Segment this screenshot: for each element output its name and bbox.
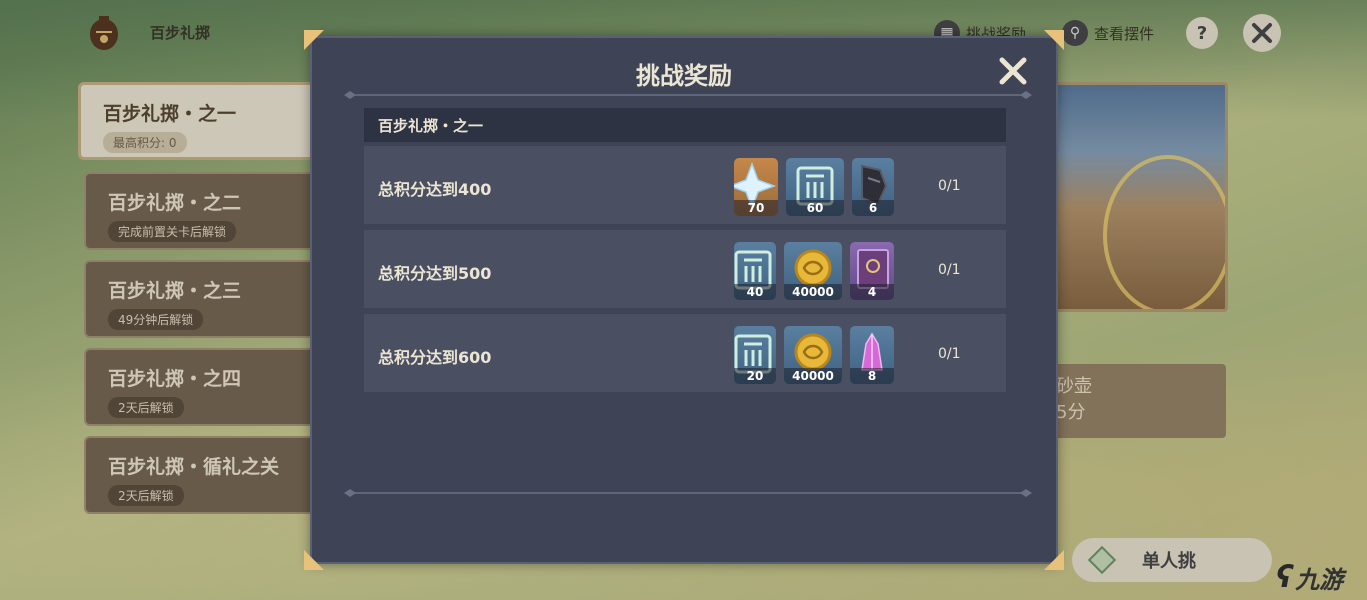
divider-top bbox=[344, 91, 1032, 99]
item-quantity: 6 bbox=[852, 200, 894, 216]
reward-condition: 总积分达到400 bbox=[378, 180, 492, 199]
item-quantity: 40000 bbox=[784, 368, 842, 384]
item-quantity: 4 bbox=[850, 284, 894, 300]
item-quantity: 40000 bbox=[784, 284, 842, 300]
mora-icon[interactable]: 40000 bbox=[784, 242, 842, 300]
divider-bottom bbox=[344, 489, 1032, 497]
corner-ornament-icon bbox=[304, 30, 324, 50]
enhancement-ore-icon[interactable]: 6 bbox=[852, 158, 894, 216]
item-quantity: 20 bbox=[734, 368, 776, 384]
reward-progress: 0/1 bbox=[938, 346, 961, 362]
close-dialog-icon[interactable] bbox=[998, 56, 1028, 86]
challenge-rewards-dialog: 挑战奖励 百步礼掷・之一 总积分达到400 70 60 6 0/1 总积分达到5… bbox=[304, 30, 1064, 570]
primogem-icon[interactable]: 70 bbox=[734, 158, 778, 216]
corner-ornament-icon bbox=[1044, 550, 1064, 570]
item-quantity: 70 bbox=[734, 200, 778, 216]
mora-icon[interactable]: 40000 bbox=[784, 326, 842, 384]
reward-row: 总积分达到600 20 40000 8 0/1 bbox=[364, 314, 1006, 392]
item-quantity: 40 bbox=[734, 284, 776, 300]
reward-condition: 总积分达到600 bbox=[378, 348, 492, 367]
item-quantity: 8 bbox=[850, 368, 894, 384]
crystal-icon[interactable]: 8 bbox=[850, 326, 894, 384]
hero-wit-icon[interactable]: 60 bbox=[786, 158, 844, 216]
item-quantity: 60 bbox=[786, 200, 844, 216]
corner-ornament-icon bbox=[304, 550, 324, 570]
hero-wit-icon[interactable]: 40 bbox=[734, 242, 776, 300]
reward-row: 总积分达到500 40 40000 4 0/1 bbox=[364, 230, 1006, 308]
dialog-title: 挑战奖励 bbox=[636, 62, 732, 90]
section-header: 百步礼掷・之一 bbox=[364, 108, 1006, 142]
reward-progress: 0/1 bbox=[938, 262, 961, 278]
reward-row: 总积分达到400 70 60 6 0/1 bbox=[364, 146, 1006, 224]
reward-progress: 0/1 bbox=[938, 178, 961, 194]
corner-ornament-icon bbox=[1044, 30, 1064, 50]
hero-wit-icon[interactable]: 20 bbox=[734, 326, 776, 384]
talent-book-icon[interactable]: 4 bbox=[850, 242, 894, 300]
reward-condition: 总积分达到500 bbox=[378, 264, 492, 283]
